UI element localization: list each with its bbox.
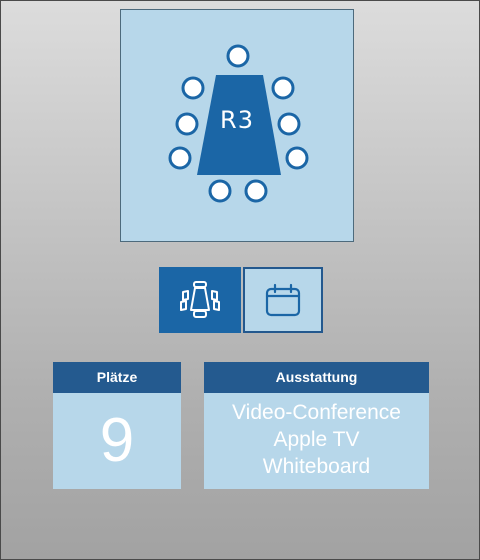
equipment-card: Ausstattung Video-Conference Apple TV Wh… [204, 362, 429, 489]
tab-seating-layout[interactable] [159, 267, 241, 333]
equipment-item: Apple TV [273, 428, 360, 451]
equipment-item: Video-Conference [232, 401, 401, 424]
equipment-list: Video-Conference Apple TV Whiteboard [204, 393, 429, 480]
equipment-item: Whiteboard [262, 455, 371, 478]
seat-bottom-1 [208, 179, 232, 203]
seat-right-1 [271, 76, 295, 100]
room-label: R3 [220, 106, 254, 134]
room-detail-panel: R3 Plätze 9 Ausstattung Video-Conference… [0, 0, 480, 560]
seat-left-1 [181, 76, 205, 100]
seat-left-3 [168, 146, 192, 170]
seat-right-3 [285, 146, 309, 170]
conference-table-icon [180, 281, 220, 318]
seat-top [226, 44, 250, 68]
seats-card: Plätze 9 [53, 362, 181, 489]
seat-bottom-2 [244, 179, 268, 203]
calendar-icon [265, 283, 301, 317]
seats-count: 9 [99, 406, 135, 475]
tab-calendar[interactable] [243, 267, 323, 333]
seats-header: Plätze [53, 362, 181, 393]
room-layout-card: R3 [120, 9, 354, 242]
equipment-header: Ausstattung [204, 362, 429, 393]
